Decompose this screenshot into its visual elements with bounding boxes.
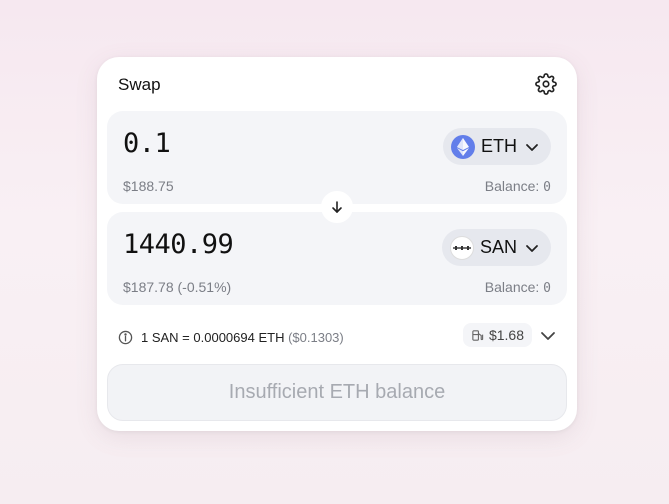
exchange-rate-usd: ($0.1303) xyxy=(288,329,344,345)
sell-usd-value: $188.75 xyxy=(123,178,174,194)
sell-balance-label: Balance: xyxy=(484,178,544,194)
network-fee-badge[interactable]: $1.68 xyxy=(462,323,532,347)
buy-usd-value: $187.78 (-0.51%) xyxy=(123,279,232,295)
swap-card: Swap 0.1 ETH $188.75 Balance: 0 1440.99 … xyxy=(97,57,577,431)
buy-token-selector[interactable]: SAN xyxy=(442,229,551,266)
buy-panel: 1440.99 SAN $187.78 (-0.51%) Balance: 0 xyxy=(107,212,567,305)
sell-balance: Balance: 0 xyxy=(485,178,551,195)
swap-submit-button[interactable]: Insufficient ETH balance xyxy=(107,364,567,421)
santiment-logo-icon xyxy=(450,235,474,260)
exchange-rate-value: 1 SAN = 0.0000694 ETH xyxy=(141,329,285,345)
sell-token-selector[interactable]: ETH xyxy=(443,128,551,165)
page-title: Swap xyxy=(118,75,161,94)
info-icon xyxy=(118,330,133,344)
sell-balance-value: 0 xyxy=(543,180,551,195)
buy-amount-input[interactable]: 1440.99 xyxy=(123,229,234,260)
arrow-down-icon xyxy=(332,201,342,213)
buy-balance-value: 0 xyxy=(543,281,551,296)
gas-pump-icon xyxy=(472,329,484,341)
buy-balance: Balance: 0 xyxy=(485,279,551,296)
sell-token-symbol: ETH xyxy=(481,136,517,156)
ethereum-logo-icon xyxy=(451,134,475,159)
exchange-rate: 1 SAN = 0.0000694 ETH ($0.1303) xyxy=(141,330,344,345)
swap-header: Swap xyxy=(97,57,577,111)
network-fee-value: $1.68 xyxy=(488,327,524,343)
gear-icon[interactable] xyxy=(535,73,557,95)
buy-token-symbol: SAN xyxy=(480,237,518,257)
flip-tokens-button[interactable] xyxy=(321,191,353,223)
chevron-down-icon[interactable] xyxy=(540,328,556,344)
chevron-down-icon xyxy=(526,244,538,252)
buy-balance-label: Balance: xyxy=(484,279,544,295)
sell-amount-input[interactable]: 0.1 xyxy=(123,128,171,159)
chevron-down-icon xyxy=(526,143,538,151)
